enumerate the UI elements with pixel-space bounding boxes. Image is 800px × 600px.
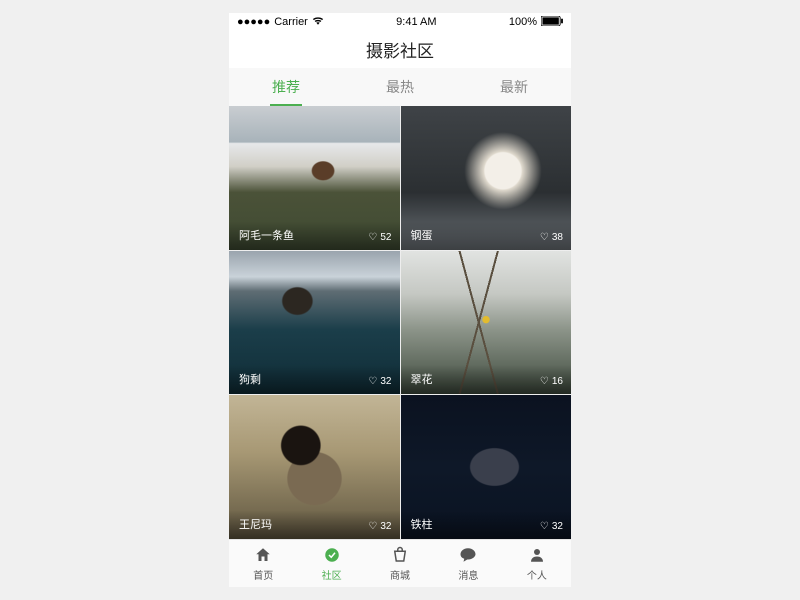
heart-icon: ♡ <box>368 232 377 243</box>
page-title: 摄影社区 <box>229 31 571 68</box>
username: 钢蛋 <box>411 227 433 243</box>
like-count: 32 <box>380 521 391 532</box>
heart-icon: ♡ <box>540 376 549 387</box>
like-count: 52 <box>380 232 391 243</box>
nav-label: 个人 <box>527 567 547 582</box>
heart-icon: ♡ <box>368 376 377 387</box>
like-count: 32 <box>552 521 563 532</box>
like-count: 38 <box>552 232 563 243</box>
like-button[interactable]: ♡ 32 <box>368 521 391 532</box>
like-button[interactable]: ♡ 32 <box>368 376 391 387</box>
like-button[interactable]: ♡ 16 <box>540 376 563 387</box>
photo-card[interactable]: 王尼玛 ♡ 32 <box>229 395 400 539</box>
tab-recommend[interactable]: 推荐 <box>268 69 304 105</box>
like-button[interactable]: ♡ 32 <box>540 521 563 532</box>
nav-label: 商城 <box>390 567 410 582</box>
photo-card[interactable]: 翠花 ♡ 16 <box>401 251 572 395</box>
photo-card[interactable]: 狗剩 ♡ 32 <box>229 251 400 395</box>
nav-store[interactable]: 商城 <box>366 540 434 587</box>
photo-card[interactable]: 钢蛋 ♡ 38 <box>401 106 572 250</box>
battery-icon <box>541 16 563 29</box>
like-count: 16 <box>552 376 563 387</box>
heart-icon: ♡ <box>540 232 549 243</box>
nav-label: 社区 <box>322 567 342 582</box>
profile-icon <box>527 545 547 565</box>
carrier-label: Carrier <box>274 16 308 28</box>
battery-pct: 100% <box>509 16 537 28</box>
username: 翠花 <box>411 371 433 387</box>
community-icon <box>322 545 342 565</box>
category-tabs: 推荐 最热 最新 <box>229 68 571 106</box>
heart-icon: ♡ <box>540 521 549 532</box>
home-icon <box>253 545 273 565</box>
nav-label: 消息 <box>458 567 478 582</box>
nav-label: 首页 <box>253 567 273 582</box>
tab-hottest[interactable]: 最热 <box>382 69 418 105</box>
like-count: 32 <box>380 376 391 387</box>
like-button[interactable]: ♡ 38 <box>540 232 563 243</box>
status-bar: ●●●●● Carrier 9:41 AM 100% <box>229 13 571 31</box>
username: 狗剩 <box>239 371 261 387</box>
nav-community[interactable]: 社区 <box>297 540 365 587</box>
tab-newest[interactable]: 最新 <box>496 69 532 105</box>
wifi-icon <box>312 16 324 28</box>
username: 铁柱 <box>411 516 433 532</box>
photo-card[interactable]: 铁柱 ♡ 32 <box>401 395 572 539</box>
store-icon <box>390 545 410 565</box>
like-button[interactable]: ♡ 52 <box>368 232 391 243</box>
nav-messages[interactable]: 消息 <box>434 540 502 587</box>
photo-grid[interactable]: 阿毛一条鱼 ♡ 52 钢蛋 ♡ 38 狗剩 ♡ <box>229 106 571 539</box>
message-icon <box>458 545 478 565</box>
nav-home[interactable]: 首页 <box>229 540 297 587</box>
heart-icon: ♡ <box>368 521 377 532</box>
signal-dots-icon: ●●●●● <box>237 16 270 28</box>
clock: 9:41 AM <box>396 16 436 28</box>
bottom-nav: 首页 社区 商城 消息 个人 <box>229 539 571 587</box>
phone-frame: ●●●●● Carrier 9:41 AM 100% 摄影社区 推荐 最热 最新… <box>229 13 571 587</box>
username: 王尼玛 <box>239 516 272 532</box>
nav-profile[interactable]: 个人 <box>503 540 571 587</box>
photo-card[interactable]: 阿毛一条鱼 ♡ 52 <box>229 106 400 250</box>
username: 阿毛一条鱼 <box>239 227 294 243</box>
